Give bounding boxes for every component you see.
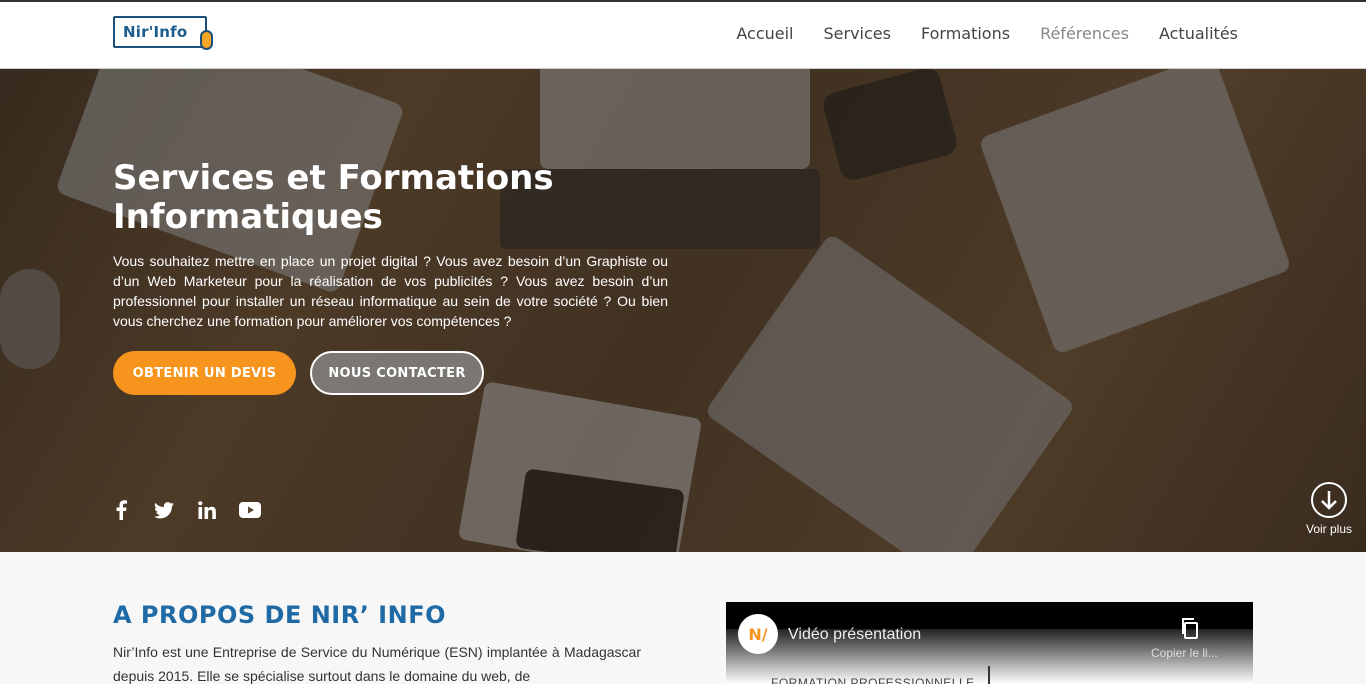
see-more-label: Voir plus [1305, 522, 1353, 536]
mouse-icon [200, 30, 213, 50]
video-title[interactable]: Vidéo présentation [788, 626, 921, 644]
text-cursor [988, 666, 990, 684]
see-more-button[interactable]: Voir plus [1302, 482, 1356, 536]
video-caption: FORMATION PROFESSIONNELLE [771, 676, 975, 684]
nav-formations[interactable]: Formations [921, 24, 1010, 43]
about-text: Nir’Info est une Entreprise de Service d… [113, 644, 641, 684]
social-links [110, 499, 282, 521]
hero-title: Services et Formations Informatiques [113, 158, 554, 237]
video-top-bar [726, 602, 1253, 629]
nav-accueil[interactable]: Accueil [736, 24, 793, 43]
linkedin-icon[interactable] [196, 499, 218, 521]
contact-button[interactable]: NOUS CONTACTER [310, 351, 484, 395]
youtube-icon[interactable] [239, 499, 261, 521]
arrow-down-icon [1311, 482, 1347, 518]
facebook-icon[interactable] [110, 499, 132, 521]
site-header: Nir'Info Accueil Services Formations Réf… [0, 0, 1366, 69]
logo-text: Nir'Info [123, 23, 188, 41]
logo-box: Nir'Info [113, 16, 207, 48]
hero-section: Services et Formations Informatiques Vou… [0, 69, 1366, 552]
nav-actualites[interactable]: Actualités [1159, 24, 1238, 43]
copy-link-icon[interactable] [1178, 616, 1202, 640]
nav-services[interactable]: Services [824, 24, 891, 43]
copy-link-label: Copier le li... [1151, 646, 1218, 660]
logo[interactable]: Nir'Info [113, 16, 215, 54]
channel-avatar[interactable]: N/ [738, 614, 778, 654]
video-embed[interactable]: N/ Vidéo présentation Copier le li... FO… [726, 602, 1253, 684]
hero-description: Vous souhaitez mettre en place un projet… [113, 253, 668, 329]
get-quote-button[interactable]: OBTENIR UN DEVIS [113, 351, 296, 395]
main-nav: Accueil Services Formations Références A… [706, 24, 1238, 43]
about-title: A PROPOS DE NIR’ INFO [113, 601, 446, 629]
nav-references[interactable]: Références [1040, 24, 1129, 43]
twitter-icon[interactable] [153, 499, 175, 521]
